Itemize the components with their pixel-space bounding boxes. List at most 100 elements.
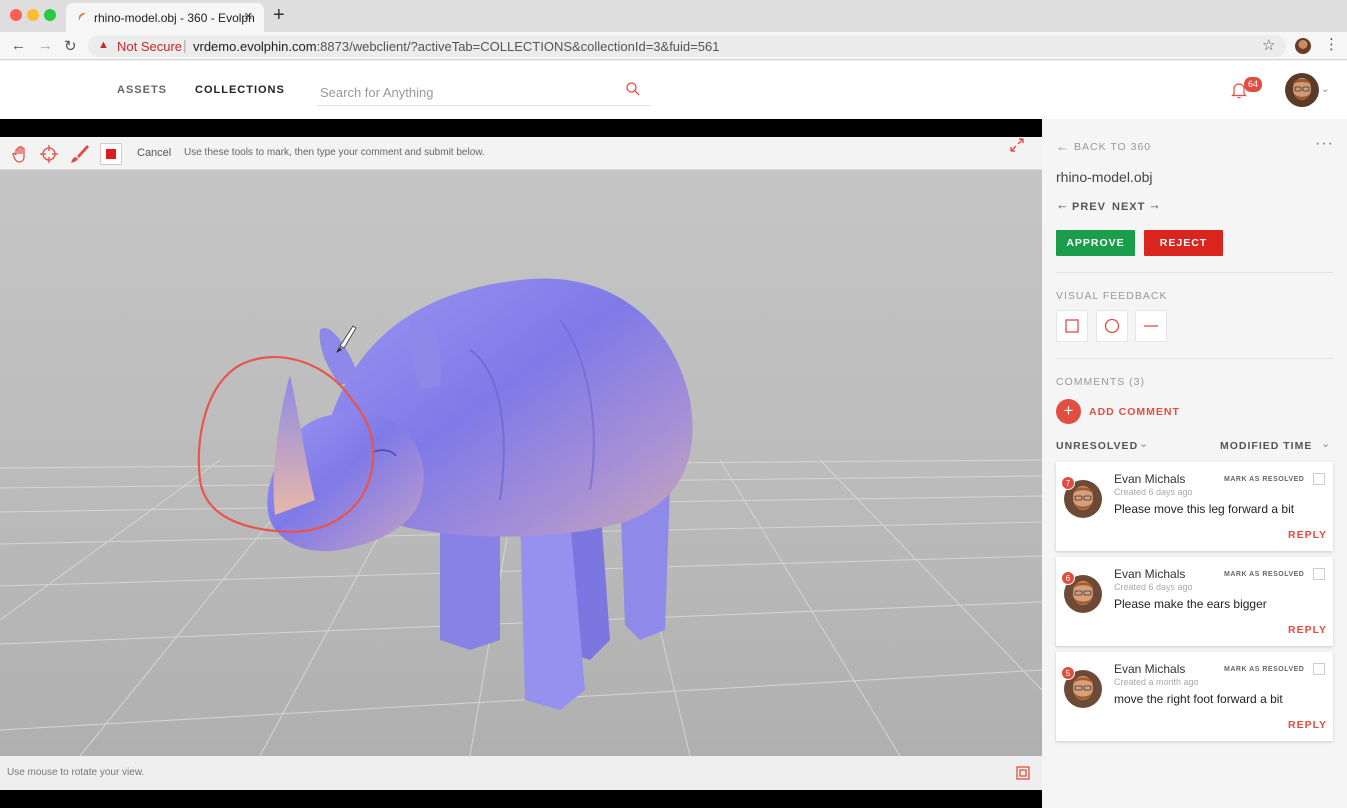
divider: [1056, 272, 1333, 273]
prev-arrow-icon: ←: [1056, 197, 1069, 212]
filter-label: UNRESOLVED: [1056, 440, 1139, 452]
filter-dropdown[interactable]: UNRESOLVED ⌄: [1056, 438, 1156, 454]
more-options-icon[interactable]: ···: [1315, 135, 1334, 153]
close-window-button[interactable]: [10, 9, 22, 21]
line-icon: [1144, 325, 1158, 327]
chevron-down-icon: ⌄: [1321, 438, 1331, 450]
comment-number-badge: 6: [1061, 571, 1075, 585]
square-icon: [1065, 319, 1079, 333]
comment-author: Evan Michals: [1114, 472, 1186, 486]
next-arrow-icon: →: [1148, 197, 1161, 212]
comment-number-badge: 7: [1061, 476, 1075, 490]
search-bar: [318, 78, 650, 106]
browser-menu-icon[interactable]: ⋮: [1324, 35, 1339, 53]
comment-card[interactable]: 5 Evan Michals Created a month ago move …: [1056, 652, 1333, 741]
rhino-model-render[interactable]: [0, 170, 1042, 757]
visual-feedback-label: VISUAL FEEDBACK: [1056, 290, 1168, 302]
add-comment-label: ADD COMMENT: [1089, 406, 1180, 418]
reply-button[interactable]: REPLY: [1288, 719, 1327, 731]
tab-title: rhino-model.obj - 360 - Evolph: [94, 11, 255, 25]
address-bar: ← → ↻ ▲ Not Secure | vrdemo.evolphin.com…: [0, 32, 1347, 60]
search-input[interactable]: [320, 82, 610, 102]
markup-hint: Use these tools to mark, then type your …: [184, 147, 485, 158]
comment-number-badge: 5: [1061, 666, 1075, 680]
comment-card[interactable]: 6 Evan Michals Created 6 days ago Please…: [1056, 557, 1333, 646]
file-name: rhino-model.obj: [1056, 169, 1153, 185]
mark-resolved-checkbox[interactable]: [1313, 568, 1325, 580]
nav-assets[interactable]: ASSETS: [117, 84, 167, 96]
rotate-hint: Use mouse to rotate your view.: [7, 767, 145, 778]
prev-button[interactable]: ← PREV: [1056, 197, 1116, 215]
comment-card[interactable]: 7 Evan Michals Created 6 days ago Please…: [1056, 462, 1333, 551]
bookmark-star-icon[interactable]: ☆: [1262, 36, 1275, 54]
add-comment-button[interactable]: + ADD COMMENT: [1056, 399, 1186, 424]
back-arrow-icon: ←: [1056, 139, 1070, 154]
browser-profile-avatar[interactable]: [1295, 38, 1311, 54]
brush-icon[interactable]: [68, 143, 90, 165]
url-text[interactable]: vrdemo.evolphin.com:8873/webclient/?acti…: [193, 39, 719, 54]
security-label[interactable]: Not Secure: [117, 39, 182, 54]
forward-arrow-icon[interactable]: →: [38, 37, 53, 54]
comment-text: move the right foot forward a bit: [1114, 692, 1283, 706]
comment-text: Please make the ears bigger: [1114, 597, 1267, 611]
minimize-window-button[interactable]: [27, 9, 39, 21]
nav-collections[interactable]: COLLECTIONS: [195, 84, 285, 96]
user-avatar[interactable]: [1285, 73, 1319, 107]
chevron-down-icon: ⌄: [1139, 438, 1149, 450]
fullscreen-expand-icon[interactable]: [1008, 136, 1026, 154]
model-viewer: Cancel Use these tools to mark, then typ…: [0, 119, 1042, 808]
url-path: :8873/webclient/?activeTab=COLLECTIONS&c…: [316, 39, 720, 54]
3d-scene[interactable]: [0, 170, 1042, 757]
comment-author: Evan Michals: [1114, 567, 1186, 581]
comment-time: Created 6 days ago: [1114, 582, 1193, 592]
reload-icon[interactable]: ↻: [64, 37, 77, 55]
back-label: BACK TO 360: [1074, 141, 1152, 153]
markup-toolbar: Cancel Use these tools to mark, then typ…: [0, 137, 1042, 170]
new-tab-icon[interactable]: +: [273, 4, 285, 27]
url-separator: |: [183, 37, 187, 53]
cancel-markup-button[interactable]: Cancel: [137, 147, 171, 159]
comment-time: Created a month ago: [1114, 677, 1199, 687]
back-arrow-icon[interactable]: ←: [11, 37, 26, 54]
reply-button[interactable]: REPLY: [1288, 529, 1327, 541]
plus-icon: +: [1056, 399, 1081, 424]
review-panel: ← BACK TO 360 ··· rhino-model.obj ← PREV…: [1042, 119, 1347, 808]
maximize-window-button[interactable]: [44, 9, 56, 21]
comment-text: Please move this leg forward a bit: [1114, 502, 1295, 516]
color-swatch-button[interactable]: [100, 143, 122, 165]
rectangle-tool-button[interactable]: [1056, 310, 1088, 342]
circle-tool-button[interactable]: [1096, 310, 1128, 342]
rhino-model: [267, 278, 693, 710]
reply-button[interactable]: REPLY: [1288, 624, 1327, 636]
sort-label: MODIFIED TIME: [1220, 440, 1313, 452]
close-tab-icon[interactable]: ×: [244, 8, 253, 25]
mark-resolved-label: MARK AS RESOLVED: [1224, 666, 1305, 673]
app-header: ASSETS COLLECTIONS 64 ⌄: [0, 61, 1347, 119]
url-host: vrdemo.evolphin.com: [193, 39, 317, 54]
mark-resolved-label: MARK AS RESOLVED: [1224, 571, 1305, 578]
fit-view-icon[interactable]: [1016, 766, 1030, 780]
crosshair-pin-icon[interactable]: [38, 143, 60, 165]
chevron-down-icon[interactable]: ⌄: [1321, 84, 1329, 95]
divider: [1056, 358, 1333, 359]
search-icon[interactable]: [625, 81, 641, 97]
browser-tab[interactable]: rhino-model.obj - 360 - Evolph ×: [66, 3, 264, 32]
line-tool-button[interactable]: [1135, 310, 1167, 342]
url-field[interactable]: ▲ Not Secure | vrdemo.evolphin.com:8873/…: [88, 35, 1286, 57]
mark-resolved-checkbox[interactable]: [1313, 473, 1325, 485]
browser-tab-strip: rhino-model.obj - 360 - Evolph × +: [0, 0, 1347, 32]
approve-button[interactable]: APPROVE: [1056, 230, 1135, 256]
comments-count-label: COMMENTS (3): [1056, 376, 1145, 388]
red-swatch-icon: [106, 149, 116, 159]
notification-badge: 64: [1244, 77, 1263, 92]
evolphin-favicon-icon: [78, 13, 85, 21]
mark-resolved-checkbox[interactable]: [1313, 663, 1325, 675]
comment-time: Created 6 days ago: [1114, 487, 1193, 497]
reject-button[interactable]: REJECT: [1144, 230, 1223, 256]
hand-pan-icon[interactable]: [10, 143, 32, 165]
sort-dropdown[interactable]: MODIFIED TIME ⌄: [1220, 438, 1334, 454]
circle-icon: [1104, 318, 1120, 334]
next-label: NEXT: [1112, 201, 1146, 213]
prev-label: PREV: [1072, 201, 1106, 213]
next-button[interactable]: NEXT →: [1112, 197, 1172, 215]
